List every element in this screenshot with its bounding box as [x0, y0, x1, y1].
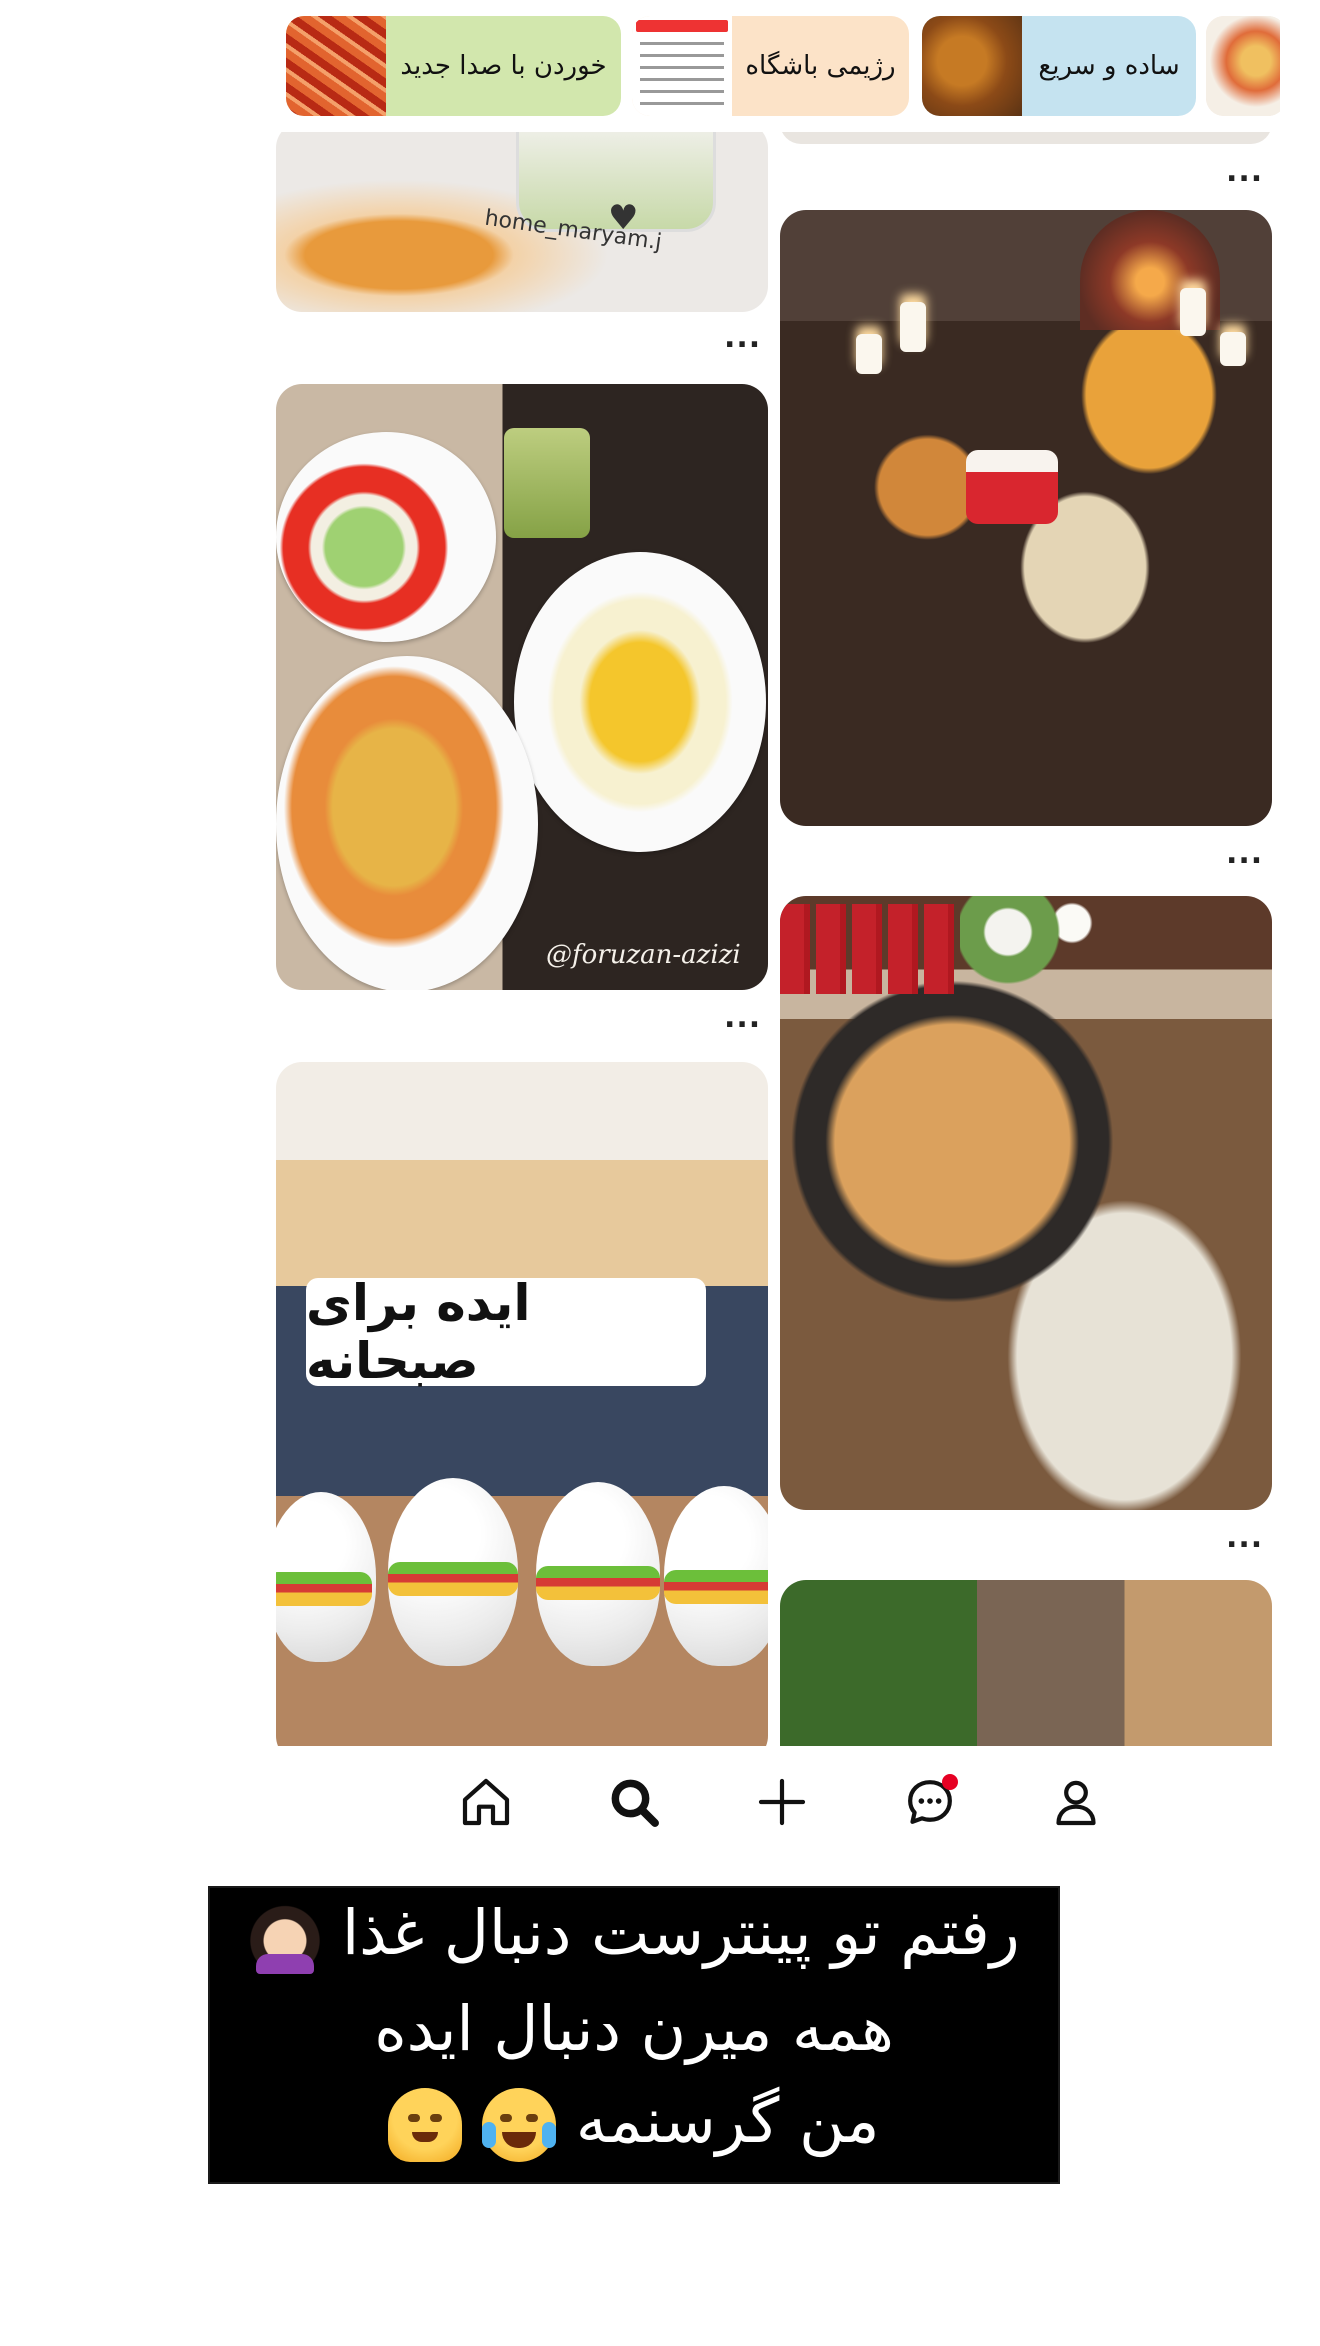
facepalm-woman-emoji: [248, 1899, 323, 1974]
search-icon: [611, 1779, 659, 1827]
story-caption-box: رفتم تو پینترست دنبال غذا همه میرن دنبال…: [208, 1886, 1060, 2184]
story-line-2: همه میرن دنبال ایده: [374, 1992, 894, 2065]
pin-more-button[interactable]: ...: [724, 1003, 761, 1033]
story-line-3: من گرسنمه: [210, 2084, 1058, 2162]
tab-create[interactable]: [748, 1768, 816, 1836]
flower-vase: [960, 896, 1120, 986]
chip-label: ساده و سریع: [1038, 51, 1180, 81]
pin-breakfast-ideas[interactable]: ایده برای صبحانه: [276, 1062, 768, 1746]
chip-gym-diet[interactable]: رژیمی باشگاه: [632, 16, 909, 116]
pin-dessert-jars[interactable]: ♥ home_maryam.j: [276, 132, 768, 312]
pin-persian-rice-kebab[interactable]: @foruzan-azizi: [276, 384, 768, 990]
red-candles: [780, 904, 960, 994]
tab-messages[interactable]: [896, 1768, 964, 1836]
spicy-shrimp-thumb: [286, 16, 386, 116]
notification-badge: [942, 1774, 958, 1790]
kebab-plate: [276, 656, 538, 990]
pin-watermark: @foruzan-azizi: [546, 940, 741, 970]
story-line-1: رفتم تو پینترست دنبال غذا: [210, 1896, 1058, 1974]
tea-glass: [504, 428, 590, 538]
chip-label: خوردن با صدا جدید: [400, 51, 607, 81]
story-text: رفتم تو پینترست دنبال غذا: [341, 1896, 1020, 1969]
tab-home[interactable]: [452, 1768, 520, 1836]
chip-soup[interactable]: [1206, 16, 1280, 116]
pin-more-button[interactable]: ...: [1226, 839, 1263, 869]
pin-grid[interactable]: ♥ home_maryam.j ... @foruzan-azizi ... ا…: [276, 132, 1274, 1746]
fried-chicken-thumb: [922, 16, 1022, 116]
bottom-tab-bar: [276, 1746, 1274, 1862]
pin-party-buffet[interactable]: [780, 210, 1272, 826]
profile-icon: [1056, 1780, 1096, 1826]
pin-pizza-salad-table[interactable]: [780, 896, 1272, 1510]
saffron-rice-plate: [514, 552, 766, 852]
salad-plate: [276, 432, 496, 642]
tab-profile[interactable]: [1042, 1768, 1110, 1836]
chip-simple-quick[interactable]: ساده و سریع: [922, 16, 1196, 116]
laughing-tears-emoji: [482, 2087, 557, 2162]
home-icon: [462, 1778, 510, 1826]
pin-caption: ایده برای صبحانه: [306, 1274, 706, 1390]
chip-label: رژیمی باشگاه: [745, 51, 896, 81]
pin-top-right-partial[interactable]: [780, 132, 1272, 144]
tab-search[interactable]: [600, 1768, 668, 1836]
story-text: من گرسنمه: [575, 2084, 880, 2157]
nutrition-table-thumb: [632, 16, 732, 116]
pin-more-button[interactable]: ...: [1226, 1523, 1263, 1553]
red-velvet-cake: [966, 450, 1058, 524]
create-icon: [758, 1778, 806, 1826]
ideas-chip-carousel[interactable]: خوردن با صدا جدید رژیمی باشگاه ساده و سر…: [286, 16, 1280, 118]
pin-greens-bread[interactable]: [780, 1580, 1272, 1746]
soup-thumb: [1206, 16, 1280, 116]
pin-more-button[interactable]: ...: [724, 323, 761, 353]
chip-eating-sound[interactable]: خوردن با صدا جدید: [286, 16, 621, 116]
melting-face-emoji: [388, 2087, 463, 2162]
pin-more-button[interactable]: ...: [1226, 157, 1263, 187]
